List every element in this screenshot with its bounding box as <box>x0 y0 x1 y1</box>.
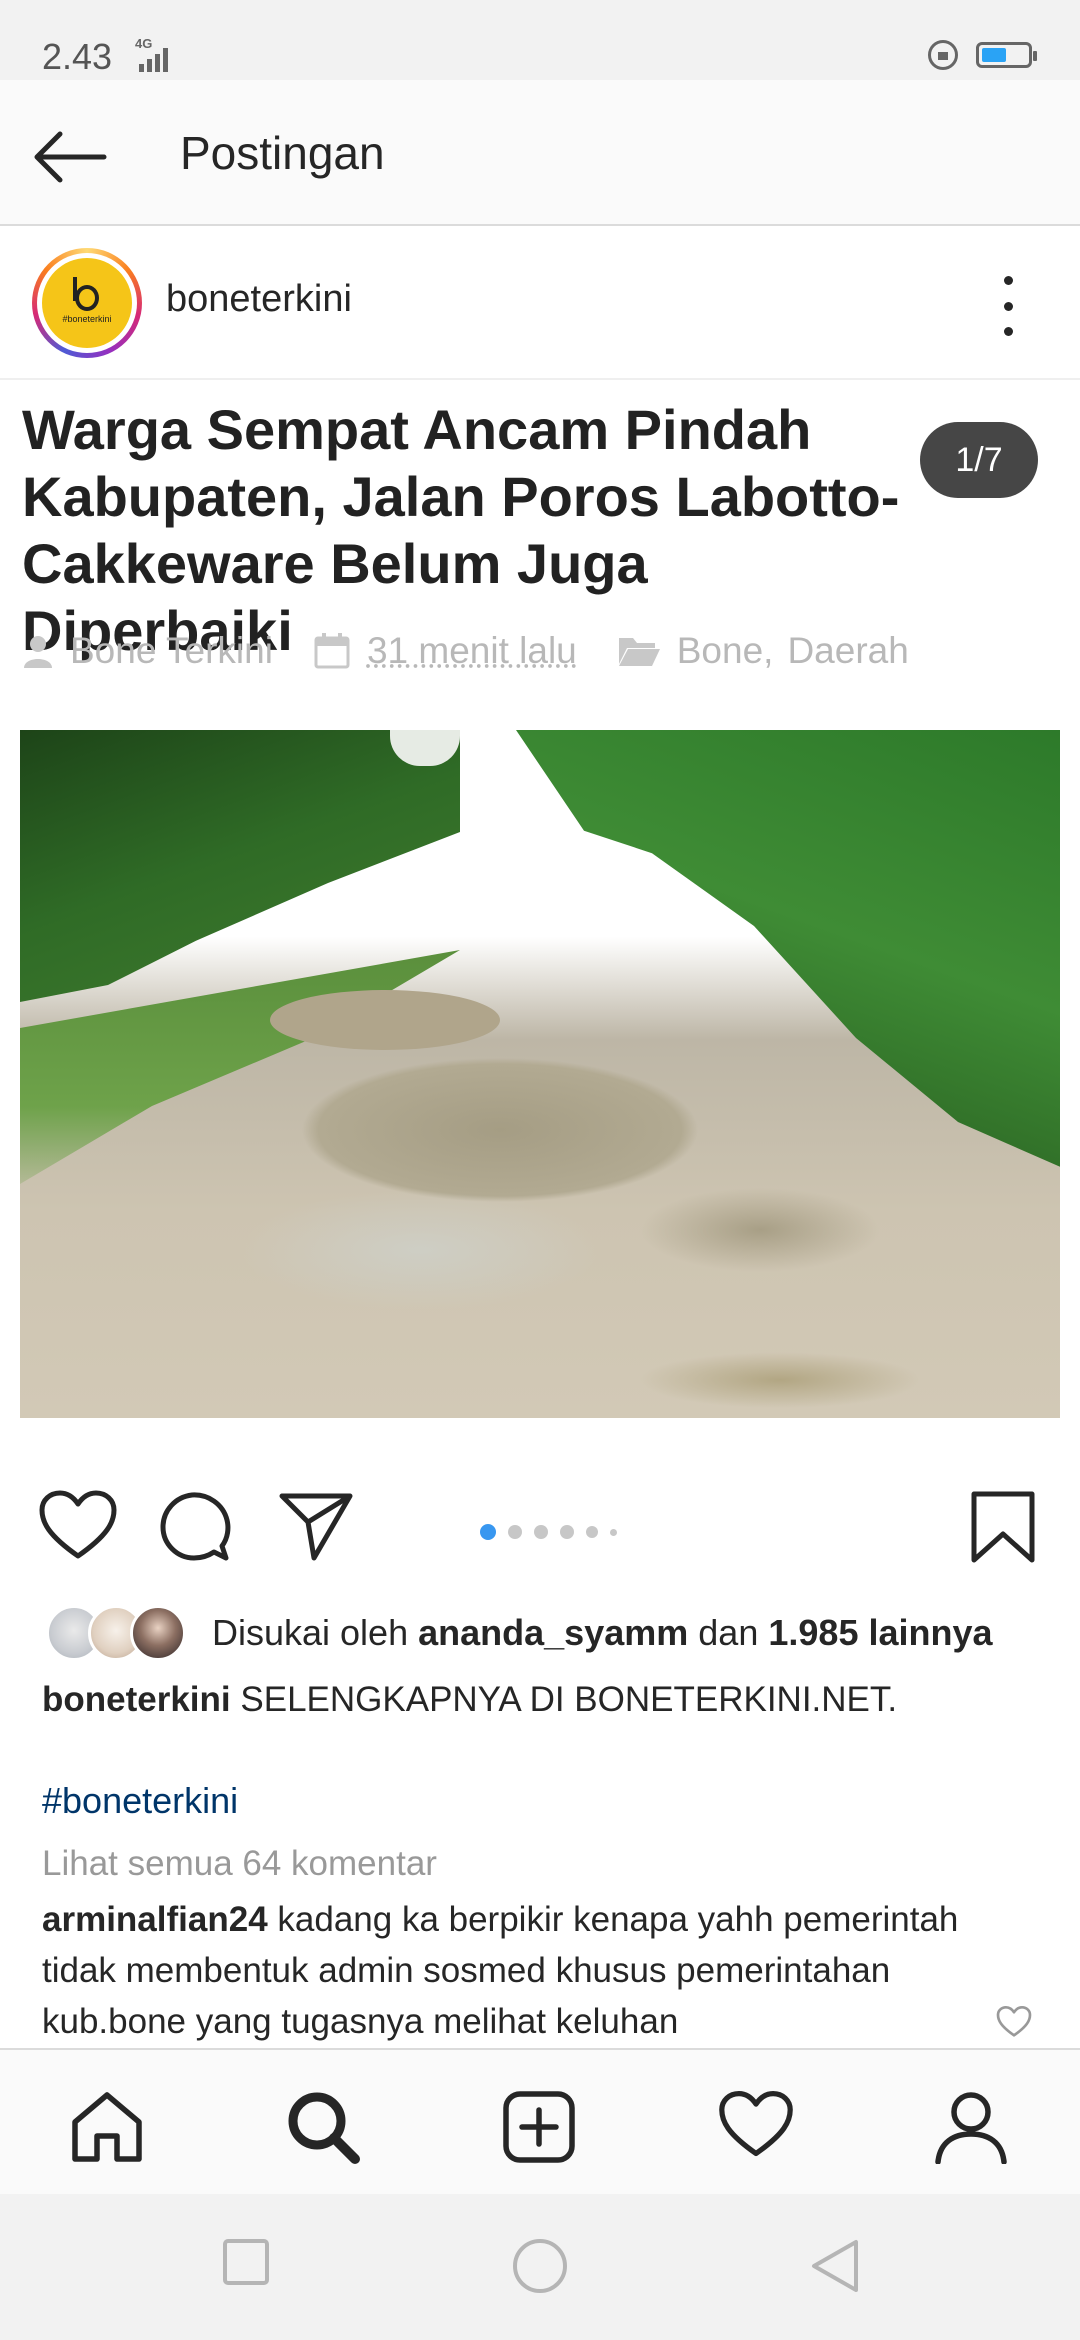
liker-username[interactable]: ananda_syamm <box>418 1612 688 1653</box>
post-header: #boneterkini boneterkini <box>0 228 1080 380</box>
avatar <box>130 1605 186 1661</box>
comment-item: arminalfian24 kadang ka berpikir kenapa … <box>42 1894 962 2047</box>
activity-heart-icon[interactable] <box>718 2090 794 2160</box>
system-nav-bar <box>0 2194 1080 2340</box>
meta-author: Bone Terkini <box>22 630 273 672</box>
post-actions <box>0 1460 1080 1600</box>
carousel-dot-active <box>480 1524 496 1540</box>
carousel-dots <box>480 1524 617 1540</box>
post-caption: boneterkini SELENGKAPNYA DI BONETERKINI.… <box>42 1680 897 1720</box>
avatar-text: #boneterkini <box>62 313 112 324</box>
profile-icon[interactable] <box>934 2090 1008 2164</box>
page-title: Postingan <box>180 127 385 179</box>
hashtag-link[interactable]: #boneterkini <box>42 1780 238 1822</box>
arrow-left-icon <box>34 131 107 183</box>
likes-count[interactable]: 1.985 lainnya <box>768 1612 992 1653</box>
article-title: Warga Sempat Ancam Pindah Kabupaten, Jal… <box>22 398 900 662</box>
lock-rotation-icon <box>928 40 958 70</box>
home-icon[interactable] <box>70 2090 144 2164</box>
article-meta: Bone Terkini 31 menit lalu Bone, Daerah <box>22 626 949 676</box>
meta-categories: Bone, Daerah <box>617 630 909 672</box>
share-send-icon[interactable] <box>278 1490 354 1562</box>
post-username[interactable]: boneterkini <box>166 278 352 321</box>
caption-username[interactable]: boneterkini <box>42 1680 231 1719</box>
meta-date: 31 menit lalu <box>313 630 577 672</box>
likes-row[interactable]: Disukai oleh ananda_syamm dan 1.985 lain… <box>46 1600 1056 1666</box>
more-vertical-icon <box>1003 276 1013 285</box>
folder-icon <box>618 638 660 666</box>
bookmark-icon[interactable] <box>970 1490 1036 1564</box>
caption-text: SELENGKAPNYA DI BONETERKINI.NET. <box>240 1680 898 1719</box>
brand-logo-icon <box>73 276 99 311</box>
like-heart-icon[interactable] <box>38 1490 118 1562</box>
avatar[interactable]: #boneterkini <box>32 248 142 358</box>
user-icon <box>24 636 52 668</box>
bottom-nav <box>0 2048 1080 2194</box>
add-post-icon[interactable] <box>502 2090 576 2164</box>
battery-icon <box>976 42 1037 68</box>
back-triangle-icon[interactable] <box>810 2238 860 2294</box>
comment-username[interactable]: arminalfian24 <box>42 1900 268 1939</box>
post-photo[interactable] <box>20 730 1060 1418</box>
view-all-comments-link[interactable]: Lihat semua 64 komentar <box>42 1844 437 1884</box>
search-icon[interactable] <box>286 2090 360 2164</box>
category-link: Bone, <box>676 630 774 671</box>
likes-text: Disukai oleh ananda_syamm dan 1.985 lain… <box>212 1612 993 1653</box>
comment-bubble-icon[interactable] <box>158 1490 232 1564</box>
comment-like-heart-icon[interactable] <box>996 2006 1032 2038</box>
recent-apps-icon[interactable] <box>222 2238 270 2286</box>
post-time: 31 menit lalu <box>366 630 577 671</box>
top-header: Postingan <box>0 80 1080 226</box>
calendar-icon <box>314 633 350 669</box>
carousel-counter: 1/7 <box>920 422 1038 498</box>
status-time: 2.43 <box>42 36 113 77</box>
liker-avatars <box>46 1605 196 1661</box>
back-button[interactable] <box>30 122 110 192</box>
more-options-button[interactable] <box>996 276 1020 336</box>
author-name: Bone Terkini <box>70 630 273 671</box>
status-bar: 2.43 4G <box>0 0 1080 80</box>
category-link: Daerah <box>787 630 909 671</box>
home-circle-icon[interactable] <box>512 2238 568 2294</box>
